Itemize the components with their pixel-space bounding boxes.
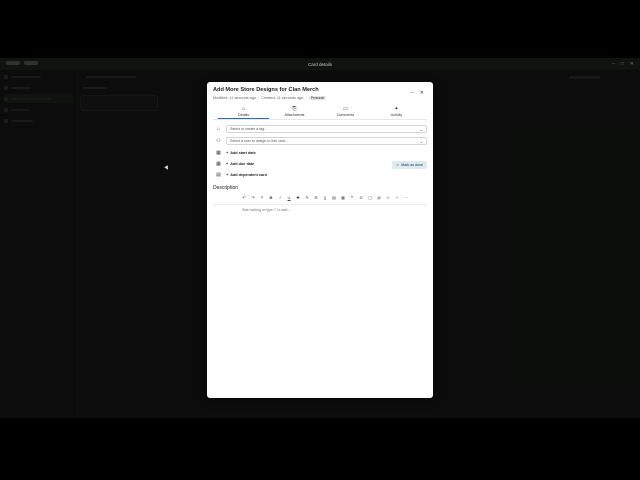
meta-separator: · [258, 96, 260, 100]
add-start-date-label: Add start date [230, 151, 256, 155]
home-icon: ⌂ [241, 105, 246, 112]
description-editor[interactable]: Start writing or type '/' to add... [242, 208, 290, 212]
quote-icon[interactable]: ❝ [349, 195, 355, 200]
workspace-badge[interactable]: Personal [308, 96, 327, 100]
calendar-icon: ▦ [216, 150, 221, 156]
created-time: Created: 11 seconds ago [261, 96, 304, 100]
maximize-icon[interactable]: □ [621, 61, 624, 67]
check-icon: ✓ [396, 163, 400, 167]
ai-icon[interactable]: ✧ [394, 195, 400, 200]
meta-separator: · [305, 96, 307, 100]
minimize-icon[interactable]: – [612, 61, 615, 67]
mark-done-button[interactable]: ✓ Mark as done [392, 161, 427, 169]
modal-header: Add More Store Designs for Clan Merch Mo… [213, 87, 427, 100]
tab-attachments[interactable]: ⎘ Attachments [269, 105, 320, 119]
assignee-row: ⚇ Select a user to assign to this card..… [215, 137, 427, 145]
tab-label: Details [238, 112, 249, 117]
chevron-down-icon: ⌄ [419, 126, 423, 132]
tab-details[interactable]: ⌂ Details [218, 105, 269, 119]
text-style-icon[interactable]: Ŧ [259, 195, 265, 200]
more-icon[interactable]: ··· [403, 195, 409, 200]
image-icon[interactable]: ▢ [367, 195, 373, 200]
users-icon: ⚇ [216, 138, 221, 144]
link-icon[interactable]: ⊘ [358, 195, 364, 200]
tab-label: Attachments [284, 113, 305, 117]
mention-icon[interactable]: @ [376, 195, 382, 200]
underline-icon[interactable]: U [286, 195, 292, 200]
modal-controls: – ✕ [411, 90, 424, 96]
minimize-modal-icon[interactable]: – [411, 90, 414, 96]
strikethrough-icon[interactable]: S [295, 195, 301, 200]
close-window-icon[interactable]: ✕ [630, 61, 634, 67]
tab-divider [213, 119, 427, 120]
comment-icon: ▭ [343, 106, 348, 112]
assignee-placeholder: Select a user to assign to this card... [230, 139, 288, 143]
modified-time: Modified: 11 seconds ago [213, 96, 256, 100]
editor-toolbar: ↶ ↷ Ŧ B I U S ✎ ☰ {} ▤ ▦ ❝ ⊘ ▢ @ ☺ ✧ ··· [241, 195, 409, 200]
editor-divider [213, 204, 427, 205]
tag-icon: ⌂ [216, 126, 221, 132]
tab-bar: ⌂ Details ⎘ Attachments ▭ Comments ✦ Act… [218, 105, 422, 119]
highlight-icon[interactable]: ✎ [304, 195, 310, 200]
attachment-icon: ⎘ [292, 106, 297, 112]
list-icon[interactable]: ☰ [313, 195, 319, 200]
mark-done-label: Mark as done [401, 163, 423, 167]
table-icon[interactable]: ▦ [340, 195, 346, 200]
italic-icon[interactable]: I [277, 195, 283, 200]
titlebar-left [6, 61, 38, 65]
dependency-icon: ▤ [216, 172, 221, 178]
start-date-row: ▦ + Add start date [215, 150, 427, 156]
card-details-modal: Add More Store Designs for Clan Merch Mo… [207, 82, 433, 398]
tab-comments[interactable]: ▭ Comments [320, 105, 371, 119]
card-meta: Modified: 11 seconds ago · Created: 11 s… [213, 96, 427, 100]
title-bar: Card details – □ ✕ [0, 58, 640, 70]
emoji-icon[interactable]: ☺ [385, 195, 391, 200]
tab-label: Comments [336, 113, 355, 117]
redo-icon[interactable]: ↷ [250, 195, 256, 200]
description-label: Description [213, 185, 239, 191]
tab-label: Activity [390, 113, 403, 117]
code-block-icon[interactable]: ▤ [331, 195, 337, 200]
code-icon[interactable]: {} [322, 195, 328, 200]
card-title[interactable]: Add More Store Designs for Clan Merch [213, 87, 427, 93]
bold-icon[interactable]: B [268, 195, 274, 200]
dependent-row: ▤ + Add dependent card [215, 172, 427, 178]
undo-icon[interactable]: ↶ [241, 195, 247, 200]
activity-icon: ✦ [394, 106, 399, 112]
add-dependent-card-button[interactable]: + Add dependent card [226, 173, 267, 177]
add-start-date-button[interactable]: + Add start date [226, 151, 256, 155]
tag-select[interactable]: Select or create a tag... ⌄ [226, 125, 427, 133]
add-due-date-button[interactable]: + Add due date [226, 162, 254, 166]
tag-placeholder: Select or create a tag... [230, 127, 268, 131]
calendar-check-icon: ▦ [216, 161, 221, 167]
add-dependent-label: Add dependent card [230, 173, 267, 177]
assignee-select[interactable]: Select a user to assign to this card... … [226, 137, 427, 145]
add-due-date-label: Add due date [230, 162, 255, 166]
window-title: Card details [307, 61, 332, 67]
close-icon[interactable]: ✕ [420, 90, 424, 96]
window-controls: – □ ✕ [612, 61, 634, 67]
chevron-down-icon: ⌄ [419, 138, 423, 144]
tag-row: ⌂ Select or create a tag... ⌄ [215, 125, 427, 133]
tab-activity[interactable]: ✦ Activity [371, 105, 422, 119]
